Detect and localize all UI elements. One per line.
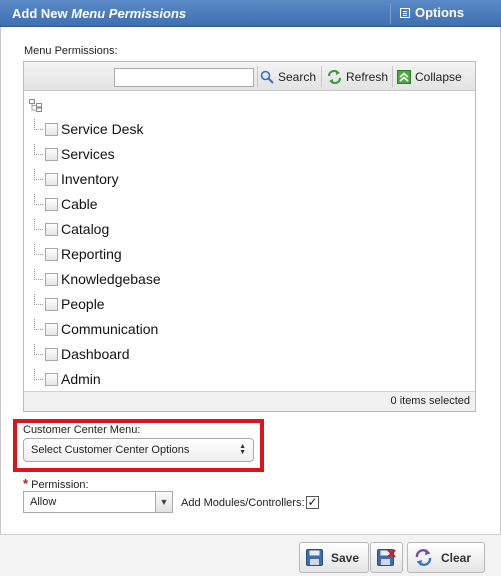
tree-item[interactable]: Communication — [30, 319, 158, 339]
collapse-icon — [397, 70, 411, 84]
tree-item[interactable]: Dashboard — [30, 344, 130, 364]
clear-label: Clear — [441, 550, 472, 565]
tree-item[interactable]: Inventory — [30, 169, 119, 189]
tree-elbow — [30, 269, 44, 289]
tree-item[interactable]: Admin — [30, 369, 101, 389]
chevron-down-icon[interactable]: ▼ — [155, 492, 172, 512]
tree-elbow — [30, 194, 44, 214]
tree-elbow — [30, 119, 44, 139]
tree-item-checkbox[interactable] — [45, 122, 58, 136]
tree-body: Service Desk Services Inventory Cable Catalo… — [24, 92, 475, 391]
tree-item-label[interactable]: Inventory — [61, 171, 119, 187]
refresh-icon — [327, 70, 342, 84]
menu-permissions-tree: Search Refresh Collapse Service Desk Ser… — [23, 61, 476, 412]
form-footer: Save Clear — [0, 534, 501, 576]
tree-item-label[interactable]: Communication — [61, 321, 158, 337]
tree-elbow — [30, 369, 44, 389]
tree-item-checkbox[interactable] — [45, 247, 58, 261]
tree-item-label[interactable]: Services — [61, 146, 115, 162]
title-prefix: Add New — [12, 6, 68, 21]
tree-item[interactable]: Reporting — [30, 244, 122, 264]
floppy-disk-icon — [306, 549, 323, 566]
window-title: Add New Menu Permissions — [12, 6, 186, 21]
list-icon — [400, 7, 410, 18]
tree-elbow — [30, 144, 44, 164]
tree-item-checkbox[interactable] — [45, 272, 58, 286]
tree-item[interactable]: Catalog — [30, 219, 109, 239]
tree-item-label[interactable]: Service Desk — [61, 121, 143, 137]
tree-item-checkbox[interactable] — [45, 172, 58, 186]
tree-elbow — [30, 319, 44, 339]
save-label: Save — [331, 550, 360, 565]
tree-item-checkbox[interactable] — [45, 197, 58, 211]
tree-item-checkbox[interactable] — [45, 372, 58, 386]
clear-icon — [415, 549, 432, 566]
tree-item[interactable]: Services — [30, 144, 115, 164]
title-emphasis: Menu Permissions — [71, 6, 187, 21]
tree-item-label[interactable]: Reporting — [61, 246, 122, 262]
search-icon — [260, 70, 274, 84]
tree-item[interactable]: Cable — [30, 194, 98, 214]
permission-label-row: * Permission: — [23, 476, 89, 491]
tree-item-checkbox[interactable] — [45, 347, 58, 361]
search-label: Search — [278, 70, 317, 84]
collapse-button[interactable]: Collapse — [397, 67, 462, 87]
tree-item-label[interactable]: Admin — [61, 371, 101, 387]
selection-status: 0 items selected — [24, 391, 475, 411]
window-titlebar: Add New Menu Permissions Options — [0, 0, 501, 27]
permission-combo[interactable]: Allow ▼ — [23, 491, 173, 513]
clear-button[interactable]: Clear — [407, 542, 485, 573]
options-button[interactable]: Options — [400, 5, 464, 20]
tree-item[interactable]: Knowledgebase — [30, 269, 161, 289]
refresh-button[interactable]: Refresh — [327, 67, 388, 87]
tree-toolbar: Search Refresh Collapse — [24, 62, 475, 91]
menu-permissions-label: Menu Permissions: — [24, 45, 118, 57]
search-button[interactable]: Search — [260, 67, 316, 87]
tree-elbow — [30, 294, 44, 314]
toolbar-separator — [321, 66, 322, 87]
tree-item-label[interactable]: Catalog — [61, 221, 109, 237]
tree-elbow — [30, 244, 44, 264]
tree-item-checkbox[interactable] — [45, 297, 58, 311]
options-label: Options — [415, 5, 465, 20]
tree-root-icon — [29, 99, 42, 112]
tree-item-checkbox[interactable] — [45, 147, 58, 161]
tree-item[interactable]: People — [30, 294, 105, 314]
required-asterisk: * — [23, 476, 29, 491]
tree-elbow — [30, 169, 44, 189]
permission-value: Allow — [30, 496, 57, 508]
toolbar-separator — [392, 66, 393, 87]
tree-search-input[interactable] — [114, 68, 254, 87]
tree-elbow — [30, 219, 44, 239]
tree-item-label[interactable]: People — [61, 296, 105, 312]
tree-item-checkbox[interactable] — [45, 222, 58, 236]
save-close-button[interactable] — [370, 542, 403, 573]
permission-label: Permission: — [31, 479, 89, 491]
tree-item-checkbox[interactable] — [45, 322, 58, 336]
tree-item-label[interactable]: Knowledgebase — [61, 271, 161, 287]
tree-item-label[interactable]: Dashboard — [61, 346, 130, 362]
tree-elbow — [30, 344, 44, 364]
toolbar-separator — [257, 66, 258, 87]
tree-item[interactable]: Service Desk — [30, 119, 143, 139]
collapse-label: Collapse — [415, 70, 462, 84]
add-modules-checkbox[interactable]: ✓ — [306, 496, 319, 509]
titlebar-separator — [390, 3, 391, 24]
tree-item-label[interactable]: Cable — [61, 196, 98, 212]
refresh-label: Refresh — [346, 70, 389, 84]
save-button[interactable]: Save — [299, 542, 369, 573]
add-modules-label: Add Modules/Controllers: — [181, 497, 305, 509]
highlight-box — [13, 419, 264, 472]
save-close-icon — [377, 549, 396, 566]
